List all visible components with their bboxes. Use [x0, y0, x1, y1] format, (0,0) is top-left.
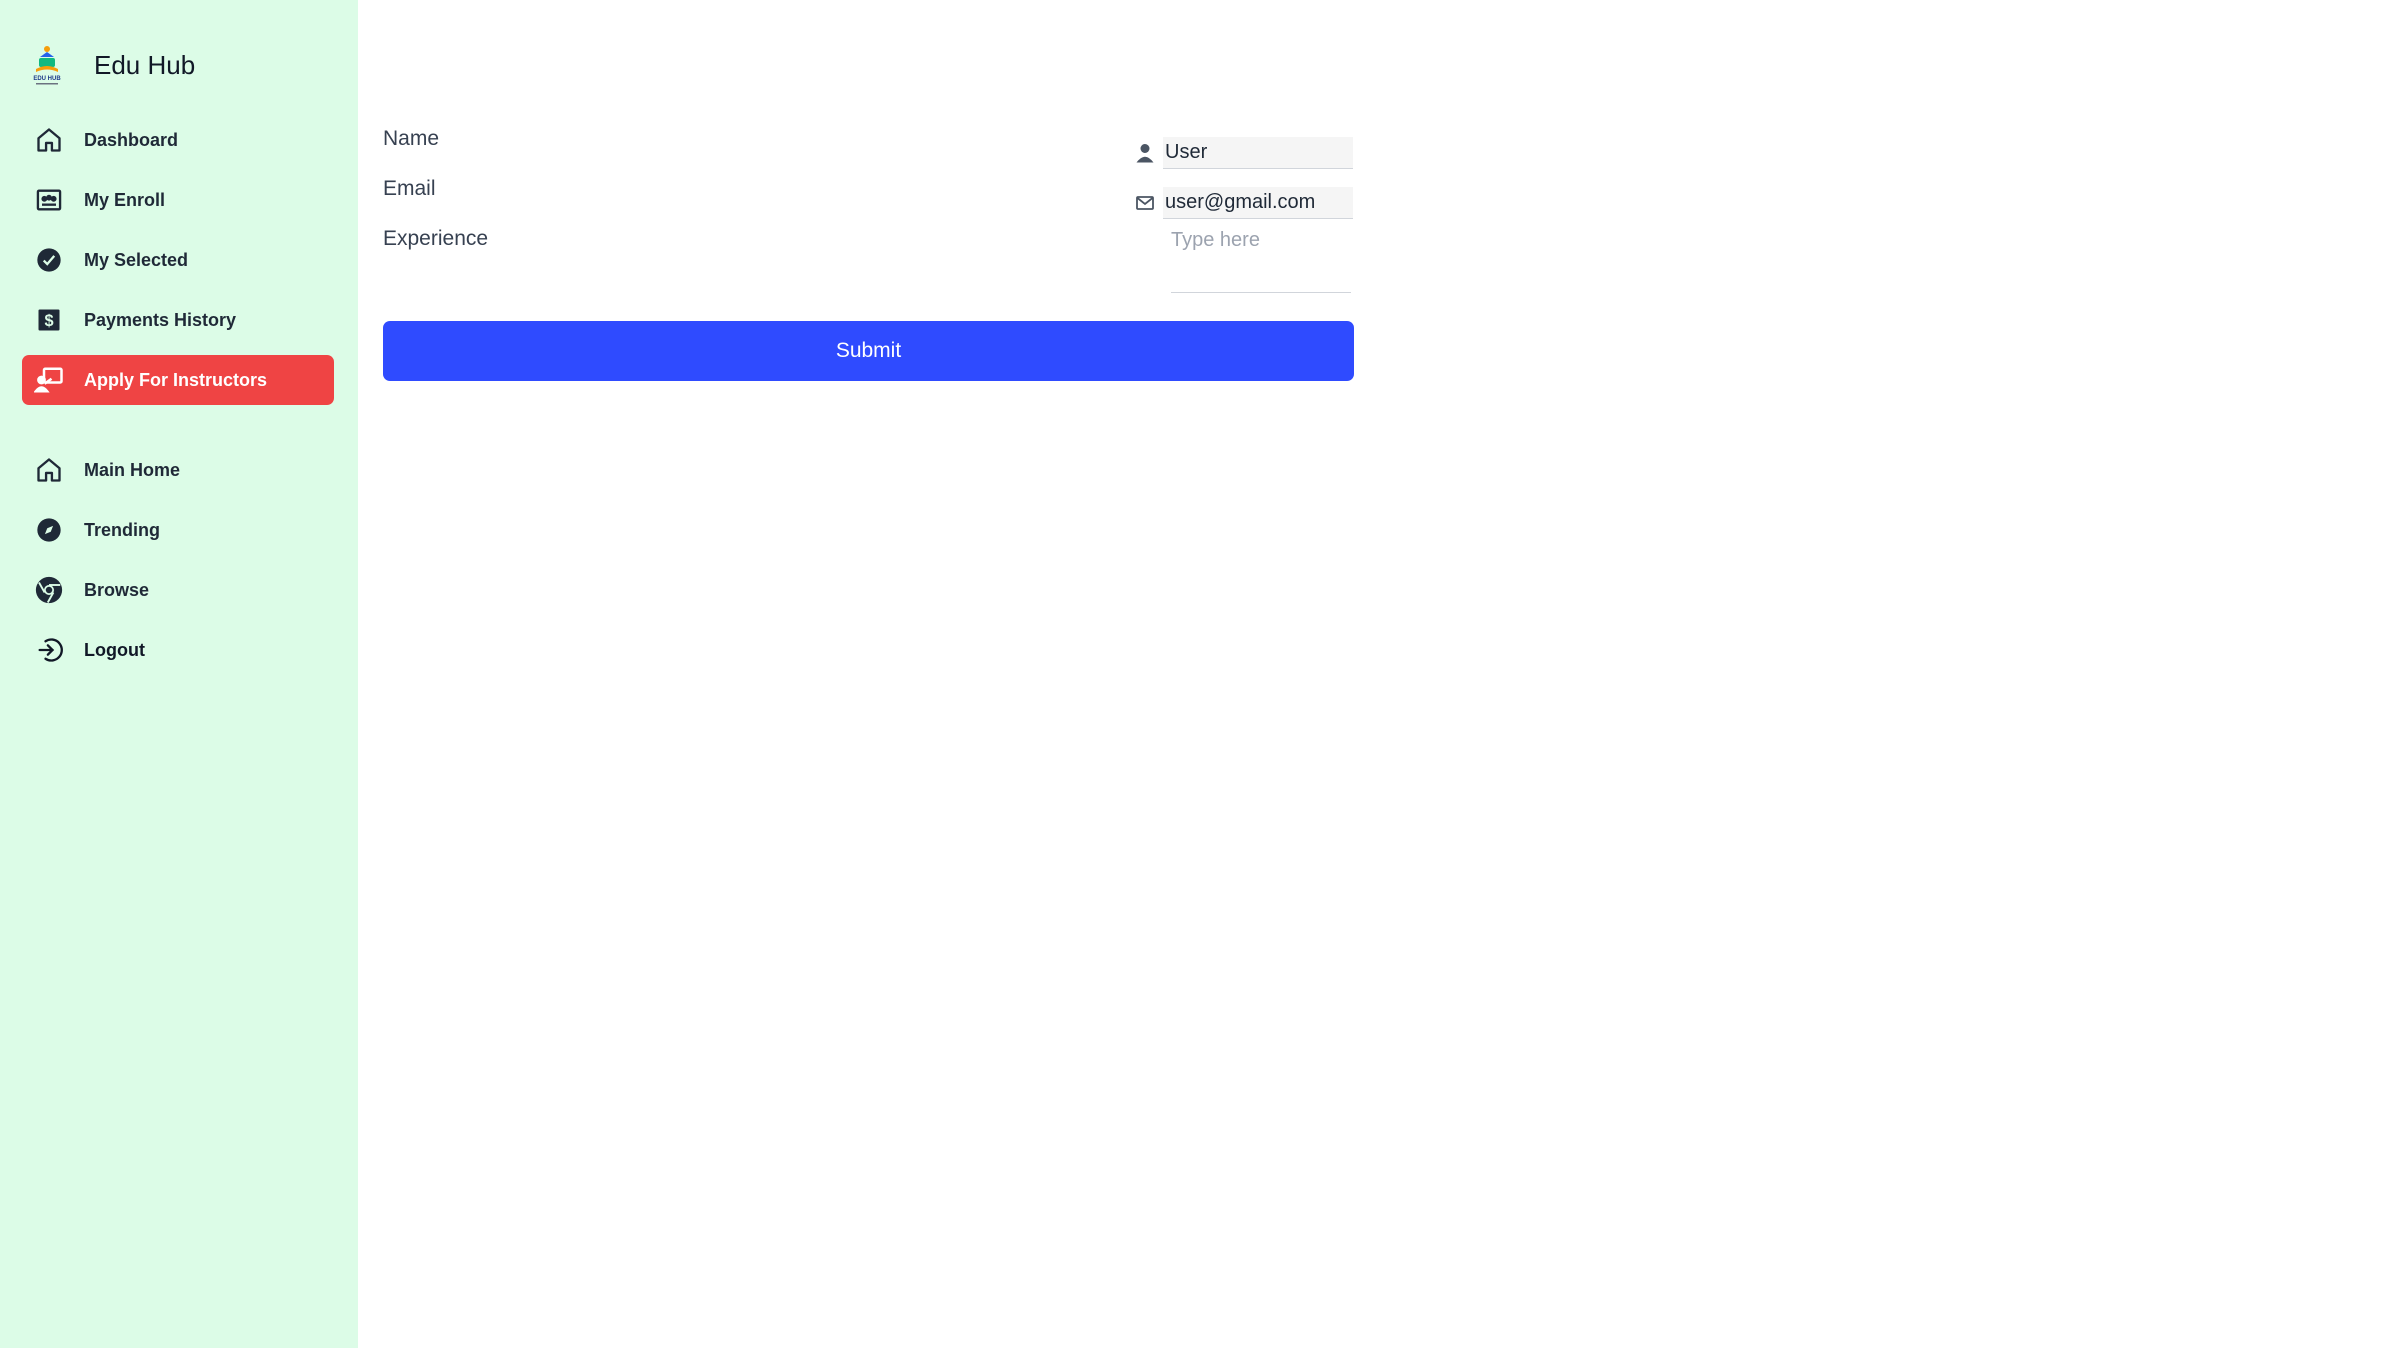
experience-label: Experience: [383, 227, 489, 250]
svg-text:$: $: [44, 312, 53, 330]
brand-logo: EDU HUB: [28, 43, 66, 87]
check-circle-icon: [34, 245, 64, 275]
name-input[interactable]: [1163, 137, 1353, 168]
experience-row: Experience: [383, 221, 1354, 315]
brand-logo-text: EDU HUB: [33, 76, 61, 82]
email-row: Email: [383, 175, 1354, 225]
sidebar-item-label: Trending: [84, 519, 160, 540]
main-content: Name Email Experience: [358, 0, 2396, 1348]
sidebar-item-dashboard[interactable]: Dashboard: [22, 115, 334, 165]
chrome-icon: [34, 575, 64, 605]
instructor-application-form: Name Email Experience: [383, 125, 1354, 381]
sidebar-item-label: My Enroll: [84, 189, 166, 210]
sidebar-item-label: My Selected: [84, 249, 189, 270]
experience-textarea[interactable]: [1171, 221, 1351, 292]
sidebar-item-my-selected[interactable]: My Selected: [22, 235, 334, 285]
mail-icon: [1135, 193, 1155, 213]
home-icon: [34, 455, 64, 485]
name-field: [1136, 137, 1353, 169]
email-field: [1136, 187, 1353, 219]
sidebar: EDU HUB Edu Hub Dashboard My Enroll My S…: [0, 0, 358, 1348]
brand[interactable]: EDU HUB Edu Hub: [28, 40, 195, 90]
sidebar-nav-secondary: Main Home Trending Browse Logout: [22, 445, 334, 685]
enroll-icon: [34, 185, 64, 215]
logout-icon: [34, 635, 64, 665]
sidebar-item-label: Dashboard: [84, 129, 179, 150]
experience-field: [1171, 221, 1351, 293]
sidebar-item-main-home[interactable]: Main Home: [22, 445, 334, 495]
home-icon: [34, 125, 64, 155]
sidebar-item-trending[interactable]: Trending: [22, 505, 334, 555]
sidebar-item-label: Logout: [84, 639, 145, 660]
dollar-bill-icon: $: [34, 305, 64, 335]
compass-icon: [34, 515, 64, 545]
submit-button[interactable]: Submit: [383, 321, 1354, 381]
brand-name: Edu Hub: [94, 49, 196, 80]
sidebar-nav-primary: Dashboard My Enroll My Selected $ Paymen…: [22, 115, 334, 415]
sidebar-item-my-enroll[interactable]: My Enroll: [22, 175, 334, 225]
email-input[interactable]: [1163, 187, 1353, 218]
sidebar-item-browse[interactable]: Browse: [22, 565, 334, 615]
sidebar-item-apply-for-instructors[interactable]: Apply For Instructors: [22, 355, 334, 405]
sidebar-item-payments-history[interactable]: $ Payments History: [22, 295, 334, 345]
instructor-icon: [34, 365, 64, 395]
sidebar-item-logout[interactable]: Logout: [22, 625, 334, 675]
app: EDU HUB Edu Hub Dashboard My Enroll My S…: [0, 0, 2396, 1348]
sidebar-item-label: Main Home: [84, 459, 181, 480]
sidebar-item-label: Browse: [84, 579, 150, 600]
email-label: Email: [383, 177, 436, 200]
name-label: Name: [383, 127, 440, 150]
name-row: Name: [383, 125, 1354, 175]
sidebar-item-label: Apply For Instructors: [84, 369, 268, 390]
sidebar-item-label: Payments History: [84, 309, 237, 330]
user-icon: [1135, 143, 1155, 163]
